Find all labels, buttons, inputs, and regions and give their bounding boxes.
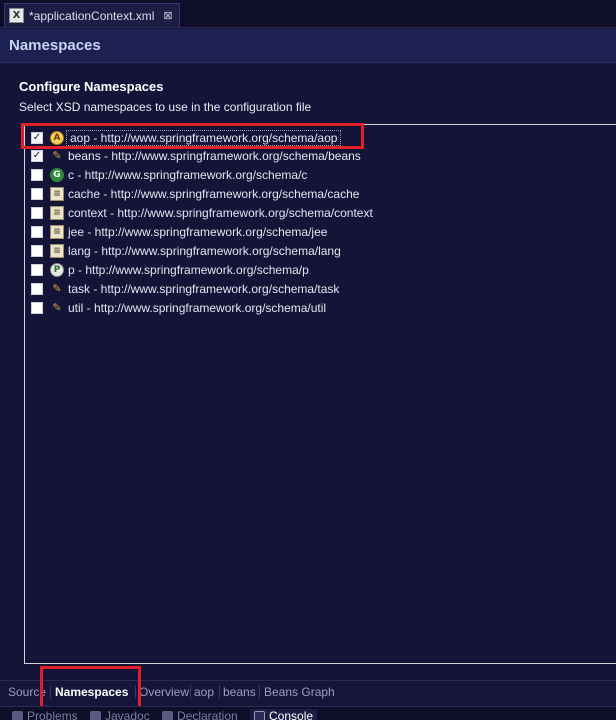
namespace-row[interactable]: ≡ jee - http://www.springframework.org/sc… <box>31 222 327 241</box>
namespace-label: jee - http://www.springframework.org/sch… <box>68 224 328 239</box>
view-tab-problems[interactable]: Problems <box>12 709 78 720</box>
namespace-label: cache - http://www.springframework.org/s… <box>68 186 360 201</box>
context-icon: ≡ <box>50 205 64 220</box>
javadoc-icon <box>90 711 101 720</box>
namespace-label: p - http://www.springframework.org/schem… <box>68 262 309 277</box>
tab-aop[interactable]: aop <box>194 685 214 699</box>
tab-separator <box>219 685 220 699</box>
view-tabbar: Problems Javadoc Declaration Console <box>0 706 616 720</box>
cache-icon: ≡ <box>50 186 64 201</box>
page-title: Namespaces <box>9 37 101 54</box>
view-tab-declaration[interactable]: Declaration <box>162 709 238 720</box>
namespace-checkbox[interactable] <box>31 187 43 200</box>
view-tab-label: Console <box>269 709 314 720</box>
task-icon: ✎ <box>52 282 62 295</box>
util-icon: ✎ <box>52 301 62 314</box>
namespace-checkbox[interactable] <box>31 282 43 295</box>
namespace-label: util - http://www.springframework.org/sc… <box>68 300 327 315</box>
editor-tabbar: X *applicationContext.xml ⊠ <box>0 0 616 28</box>
console-icon <box>254 711 265 720</box>
p-icon: P <box>50 262 64 277</box>
namespace-row[interactable]: ≡ cache - http://www.springframework.org/… <box>31 184 359 203</box>
namespace-checkbox[interactable] <box>31 225 43 238</box>
declaration-icon <box>162 711 173 720</box>
namespace-row[interactable]: ✎ task - http://www.springframework.org/s… <box>31 279 339 298</box>
view-tab-label: Declaration <box>177 709 238 720</box>
namespace-label: context - http://www.springframework.org… <box>68 205 373 220</box>
namespace-row[interactable]: Gc - http://www.springframework.org/sche… <box>31 165 307 184</box>
namespace-label: c - http://www.springframework.org/schem… <box>68 167 308 182</box>
xml-file-icon: X <box>9 8 24 23</box>
jee-icon: ≡ <box>50 224 64 239</box>
namespace-label: lang - http://www.springframework.org/sc… <box>68 243 341 258</box>
namespace-label: task - http://www.springframework.org/sc… <box>68 281 340 296</box>
namespace-checkbox[interactable] <box>31 168 43 181</box>
namespace-list[interactable]: ✓ Aaop - http://www.springframework.org/s… <box>24 124 616 664</box>
close-icon[interactable]: ⊠ <box>163 9 172 22</box>
namespace-checkbox[interactable] <box>31 301 43 314</box>
editor-tab-title: *applicationContext.xml <box>29 8 155 23</box>
namespace-row[interactable]: ≡ context - http://www.springframework.or… <box>31 203 373 222</box>
problems-icon <box>12 711 23 720</box>
c-icon: G <box>50 167 64 182</box>
tab-separator <box>259 685 260 699</box>
namespace-checkbox[interactable] <box>31 244 43 257</box>
tab-beans-graph[interactable]: Beans Graph <box>264 685 335 699</box>
view-tab-label: Javadoc <box>105 709 150 720</box>
namespaces-form: Configure Namespaces Select XSD namespac… <box>0 64 616 680</box>
highlight-box-aop <box>21 123 364 149</box>
namespace-checkbox[interactable] <box>31 206 43 219</box>
namespace-checkbox[interactable] <box>31 263 43 276</box>
section-description: Select XSD namespaces to use in the conf… <box>19 100 312 114</box>
view-tab-console[interactable]: Console <box>250 709 318 720</box>
namespace-row[interactable]: Pp - http://www.springframework.org/sche… <box>31 260 309 279</box>
editor-tab-application-context[interactable]: X *applicationContext.xml ⊠ <box>4 3 180 27</box>
tab-beans[interactable]: beans <box>223 685 256 699</box>
view-tab-javadoc[interactable]: Javadoc <box>90 709 150 720</box>
section-title: Configure Namespaces <box>19 79 164 94</box>
namespace-label: beans - http://www.springframework.org/s… <box>68 148 361 163</box>
bean-icon: ✎ <box>52 149 62 162</box>
tab-separator <box>190 685 191 699</box>
tab-overview[interactable]: Overview <box>139 685 189 699</box>
namespace-row[interactable]: ✎ util - http://www.springframework.org/s… <box>31 298 326 317</box>
namespace-row[interactable]: ≡ lang - http://www.springframework.org/s… <box>31 241 341 260</box>
lang-icon: ≡ <box>50 243 64 258</box>
view-tab-label: Problems <box>27 709 78 720</box>
namespace-checkbox[interactable]: ✓ <box>31 149 43 162</box>
page-header: Namespaces <box>0 29 616 63</box>
